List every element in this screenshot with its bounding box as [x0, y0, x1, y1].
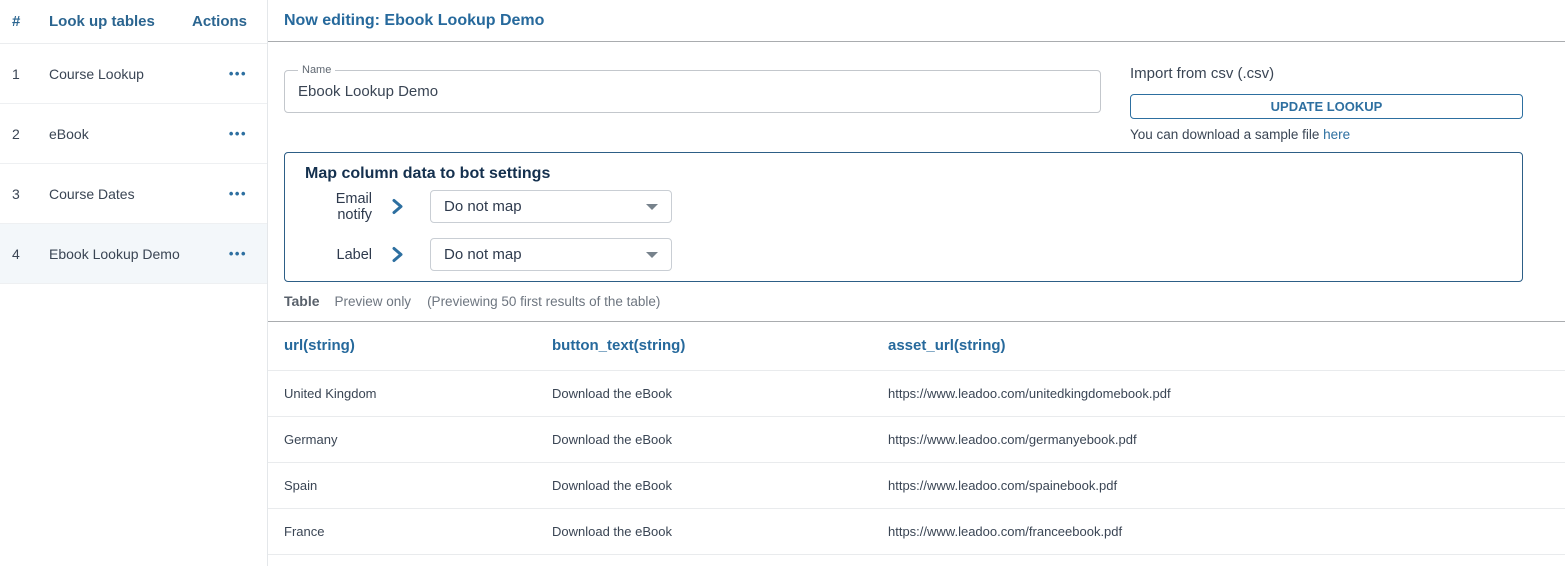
name-field-label: Name — [298, 64, 336, 76]
sidebar-header: # Look up tables Actions — [0, 0, 267, 44]
cell-url: Spain — [268, 462, 552, 509]
map-columns-box: Map column data to bot settings Email no… — [284, 152, 1523, 282]
selected-option: Do not map — [444, 198, 522, 215]
row-actions-menu-icon[interactable]: ••• — [229, 127, 247, 140]
table-preview-mode: Preview only — [334, 294, 412, 309]
table-row: France Download the eBook https://www.le… — [268, 508, 1565, 555]
editor-content: Name Import from csv (.csv) UPDATE LOOKU… — [268, 42, 1565, 309]
cell-button-text: Download the eBook — [552, 508, 888, 555]
cell-asset-url: https://www.leadoo.com/franceebook.pdf — [888, 508, 1565, 555]
mapping-row-label: Label Do not map — [305, 238, 1502, 271]
sidebar-item-course-dates[interactable]: 3 Course Dates ••• — [0, 164, 267, 224]
cell-button-text: Download the eBook — [552, 462, 888, 509]
import-csv-label: Import from csv (.csv) — [1130, 65, 1275, 82]
row-name: Ebook Lookup Demo — [49, 245, 180, 262]
lookup-tables-sidebar: # Look up tables Actions 1 Course Lookup… — [0, 0, 268, 566]
now-editing-header: Now editing: Ebook Lookup Demo — [268, 0, 1565, 42]
table-row: Spain Download the eBook https://www.lea… — [268, 462, 1565, 509]
table-section-title: Table — [284, 293, 320, 309]
name-input[interactable] — [285, 71, 1100, 112]
sample-file-hint: You can download a sample file here — [1130, 126, 1523, 144]
table-preview-note: (Previewing 50 first results of the tabl… — [427, 294, 661, 309]
sidebar-item-ebook-lookup-demo[interactable]: 4 Ebook Lookup Demo ••• — [0, 224, 267, 284]
cell-button-text: Download the eBook — [552, 416, 888, 463]
cell-asset-url: https://www.leadoo.com/germanyebook.pdf — [888, 416, 1565, 463]
editor-panel: Now editing: Ebook Lookup Demo Name Impo… — [268, 0, 1565, 566]
row-actions-menu-icon[interactable]: ••• — [229, 187, 247, 200]
row-name: Course Dates — [49, 185, 135, 202]
cell-button-text: Download the eBook — [552, 370, 888, 417]
lookup-preview-table: url(string) button_text(string) asset_ur… — [268, 322, 1565, 555]
row-index: 4 — [12, 245, 20, 262]
column-header-url: url(string) — [268, 322, 552, 371]
sidebar-item-ebook[interactable]: 2 eBook ••• — [0, 104, 267, 164]
row-name: Course Lookup — [49, 65, 144, 82]
sidebar-name-column-header: Look up tables — [49, 13, 155, 30]
cell-url: United Kingdom — [268, 370, 552, 417]
table-meta-row: Table Preview only (Previewing 50 first … — [284, 293, 1523, 309]
sample-file-hint-text: You can download a sample file — [1130, 127, 1324, 142]
selected-option: Do not map — [444, 246, 522, 263]
sidebar-item-course-lookup[interactable]: 1 Course Lookup ••• — [0, 44, 267, 104]
csv-import-section: Import from csv (.csv) UPDATE LOOKUP You… — [1130, 42, 1523, 144]
cell-asset-url: https://www.leadoo.com/unitedkingdomeboo… — [888, 370, 1565, 417]
name-and-import-row: Name Import from csv (.csv) UPDATE LOOKU… — [284, 42, 1523, 144]
row-actions-menu-icon[interactable]: ••• — [229, 67, 247, 80]
caret-down-icon — [646, 251, 658, 258]
row-actions-menu-icon[interactable]: ••• — [229, 247, 247, 260]
cell-asset-url: https://www.leadoo.com/spainebook.pdf — [888, 462, 1565, 509]
email-notify-mapping-select[interactable]: Do not map — [430, 190, 672, 223]
column-header-asset-url: asset_url(string) — [888, 322, 1565, 371]
table-row: Germany Download the eBook https://www.l… — [268, 416, 1565, 463]
row-index: 3 — [12, 185, 20, 202]
mapping-label: Label — [336, 246, 372, 263]
sidebar-index-column-header: # — [12, 13, 21, 30]
sidebar-actions-column-header: Actions — [191, 13, 247, 30]
map-columns-title: Map column data to bot settings — [305, 165, 551, 182]
cell-url: Germany — [268, 416, 552, 463]
cell-url: France — [268, 508, 552, 555]
update-lookup-button[interactable]: UPDATE LOOKUP — [1130, 94, 1523, 119]
row-index: 1 — [12, 65, 20, 82]
chevron-right-icon — [389, 198, 405, 215]
page-title: Now editing: Ebook Lookup Demo — [284, 11, 545, 29]
name-field: Name — [284, 64, 1101, 113]
column-header-button-text: button_text(string) — [552, 322, 888, 371]
table-row: United Kingdom Download the eBook https:… — [268, 370, 1565, 417]
row-index: 2 — [12, 125, 20, 142]
table-header-row: url(string) button_text(string) asset_ur… — [268, 322, 1565, 371]
mapping-label: Email notify — [335, 190, 372, 223]
lookup-table-editor-app: # Look up tables Actions 1 Course Lookup… — [0, 0, 1565, 566]
row-name: eBook — [49, 125, 89, 142]
label-mapping-select[interactable]: Do not map — [430, 238, 672, 271]
caret-down-icon — [646, 203, 658, 210]
sample-file-link[interactable]: here — [1323, 127, 1350, 142]
mapping-row-email-notify: Email notify Do not map — [305, 190, 1502, 223]
chevron-right-icon — [389, 246, 405, 263]
